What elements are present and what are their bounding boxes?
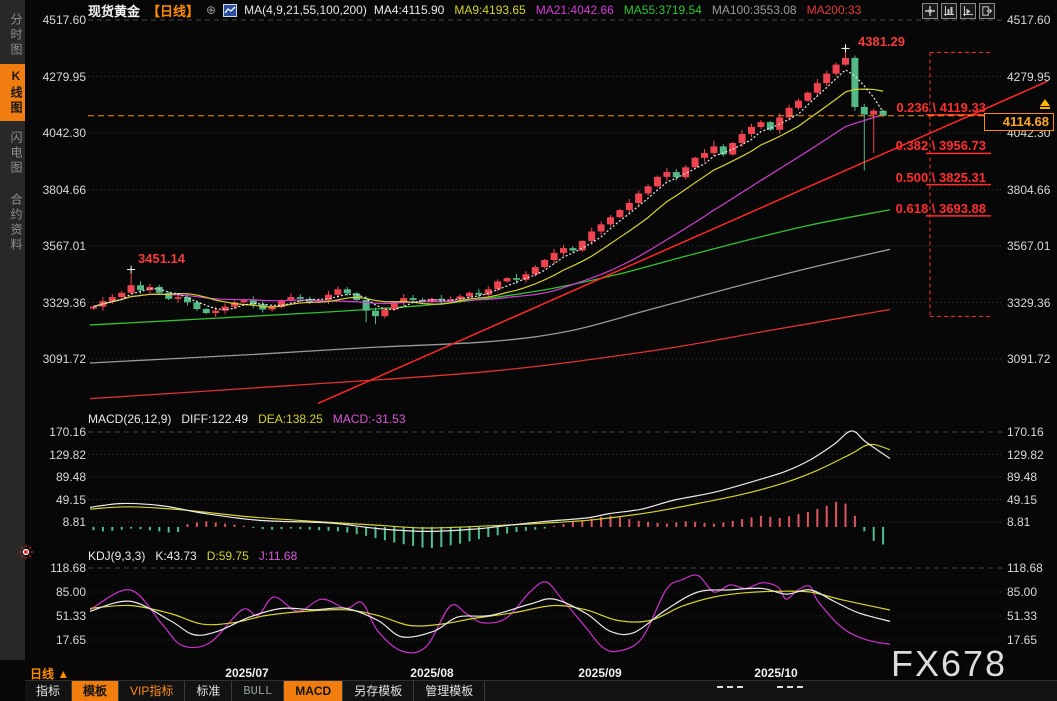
axis-left-chart-icon[interactable] [941, 3, 957, 19]
add-compare-icon[interactable]: ⊕ [206, 3, 216, 17]
date-axis-label: 2025/08 [410, 666, 454, 680]
macd-axis-label-left: 49.15 [55, 492, 86, 507]
macd-dea-value: DEA:138.25 [258, 412, 323, 426]
toolbar-item-0[interactable]: 指标 [25, 681, 73, 701]
toolbar-item-4[interactable]: BULL [232, 681, 285, 701]
price-axis-label-left: 4279.95 [42, 69, 86, 84]
price-axis-label-left: 3329.36 [42, 295, 86, 310]
macd-axis-label-right: 129.82 [1007, 447, 1044, 462]
kdj-axis-label-right: 17.65 [1007, 632, 1038, 647]
price-axis-label-left: 3567.01 [42, 239, 86, 253]
price-axis-label-right: 3567.01 [1007, 239, 1051, 253]
kdj-axis-label-left: 85.00 [55, 585, 86, 599]
ma-value-label-1: MA9:4193.65 [454, 3, 526, 17]
price-axis-label-left: 4517.60 [42, 13, 86, 27]
kdj-k-value: K:43.73 [155, 549, 197, 563]
price-axis-label-right: 3329.36 [1007, 295, 1051, 310]
ma-value-label-2: MA21:4042.66 [535, 3, 614, 17]
record-dot-icon[interactable] [18, 544, 34, 565]
kdj-header: KDJ(9,3,3) K:43.73 D:59.75 J:11.68 [88, 549, 297, 563]
window-icons-group [922, 3, 995, 19]
fib-level-label-0.618: 0.618 \ 3693.88 [895, 200, 986, 216]
sidebar-item-3[interactable]: 合约资料 [0, 188, 25, 258]
price-axis-label-right: 4517.60 [1007, 13, 1051, 27]
chart-header: 现货黄金 【日线】 ⊕ MA(4,9,21,55,100,200) MA4:41… [88, 1, 861, 20]
ma-value-label-5: MA200:33 [806, 3, 862, 17]
fib-level-label-0.236: 0.236 \ 4119.33 [896, 99, 986, 115]
kdj-axis-label-left: 17.65 [55, 632, 86, 647]
kdj-axis-label-right: 85.00 [1007, 585, 1038, 599]
trading-app-window: 分时图 K线图闪电图合约资料 现货黄金 【日线】 ⊕ MA(4,9,21,55,1… [0, 0, 1057, 701]
price-axis-label-right: 3091.72 [1007, 352, 1051, 366]
kdj-axis-label-left: 118.68 [50, 561, 86, 575]
macd-diff-value: DIFF:122.49 [181, 412, 249, 426]
current-price-tag: 4114.68 [984, 113, 1054, 131]
symbol-name: 现货黄金 [88, 3, 141, 19]
dash-artifact [777, 686, 803, 688]
sidebar-item-0[interactable]: 分时图 [0, 8, 25, 63]
macd-header: MACD(26,12,9) DIFF:122.49 DEA:138.25 MAC… [88, 412, 406, 426]
macd-title: MACD(26,12,9) [88, 412, 172, 426]
toolbar-item-7[interactable]: 管理模板 [414, 681, 486, 701]
macd-axis-label-left: 89.48 [55, 470, 86, 484]
watermark: FX678 [891, 643, 1008, 684]
price-axis-label-right: 4279.95 [1007, 69, 1051, 84]
toolbar-item-6[interactable]: 另存模板 [343, 681, 415, 701]
chart-type-icon[interactable] [223, 3, 238, 17]
macd-axis-label-left: 129.82 [49, 447, 86, 462]
axis-right-chart-icon[interactable] [960, 3, 976, 19]
ma-settings-label: MA(4,9,21,55,100,200) [244, 3, 367, 17]
price-axis-label-left: 4042.30 [42, 126, 86, 140]
toolbar-item-3[interactable]: 标准 [185, 681, 233, 701]
swing-high-label-october: 4381.29 [858, 34, 905, 49]
macd-axis-label-right: 170.16 [1007, 425, 1044, 439]
timeframe-label[interactable]: 【日线】 [147, 1, 199, 20]
kdj-title: KDJ(9,3,3) [88, 549, 146, 563]
sidebar-item-1[interactable]: K线图 [0, 64, 25, 121]
macd-axis-label-right: 8.81 [1007, 515, 1031, 529]
ma-value-label-4: MA100:3553.08 [711, 3, 797, 17]
ma-values-group: MA4:4115.90 MA9:4193.65 MA21:4042.66 MA55:3… [374, 3, 861, 17]
macd-axis-label-right: 89.48 [1007, 470, 1038, 484]
date-axis-label: 2025/07 [225, 666, 269, 680]
macd-axis-label-left: 8.81 [62, 515, 86, 529]
price-axis-label-left: 3804.66 [42, 182, 86, 197]
price-axis-label-left: 3091.72 [42, 352, 86, 366]
bottom-toolbar: 指标 模板 VIP指标 标准 BULL MACD 另存模板 管理模板 [25, 680, 1057, 701]
toolbar-item-1[interactable]: 模板 [72, 681, 120, 701]
macd-axis-label-left: 170.16 [49, 425, 86, 439]
fib-level-label-0.500: 0.500 \ 3825.31 [895, 169, 986, 185]
macd-axis-label-right: 49.15 [1007, 492, 1038, 507]
kdj-axis-label-right: 51.33 [1007, 608, 1038, 623]
fib-level-label-0.382: 0.382 \ 3956.73 [895, 138, 986, 154]
ma-value-label-3: MA55:3719.54 [623, 3, 702, 17]
toolbar-item-2[interactable]: VIP指标 [119, 681, 186, 701]
sidebar-item-2[interactable]: 闪电图 [0, 126, 25, 181]
kdj-axis-label-left: 51.33 [55, 608, 86, 623]
macd-macd-value: MACD:-31.53 [332, 412, 406, 426]
crosshair-icon[interactable] [922, 3, 938, 19]
dash-artifact [717, 686, 743, 688]
price-axis-label-right: 3804.66 [1007, 182, 1051, 197]
toolbar-item-5[interactable]: MACD [284, 681, 344, 701]
date-axis-label: 2025/09 [578, 666, 622, 680]
kdj-j-value: J:11.68 [258, 549, 298, 563]
swing-high-label-july: 3451.14 [138, 251, 185, 266]
kdj-d-value: D:59.75 [206, 549, 249, 563]
date-axis-label: 2025/10 [754, 666, 798, 680]
price-eject-arrow-icon [1040, 99, 1050, 109]
ma-value-label-0: MA4:4115.90 [373, 3, 445, 17]
kdj-axis-label-right: 118.68 [1007, 561, 1043, 575]
detach-window-icon[interactable] [979, 3, 995, 19]
